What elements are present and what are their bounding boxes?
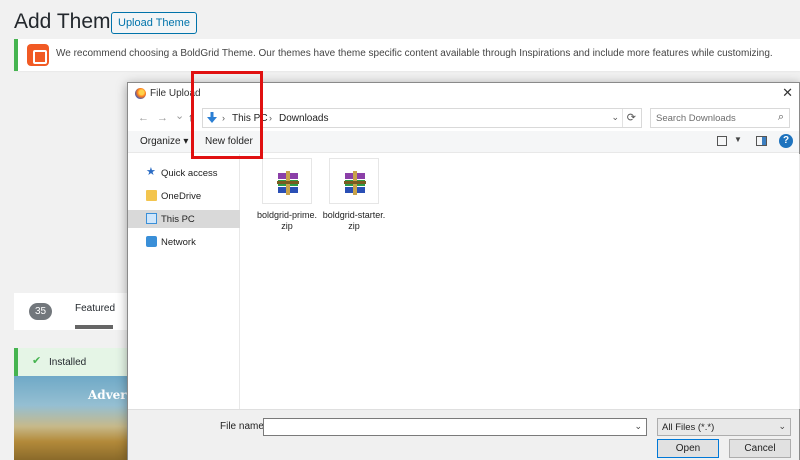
upload-theme-button[interactable]: Upload Theme [111, 12, 197, 34]
address-bar[interactable]: › This PC › Downloads ⌄ ⟳ [202, 108, 642, 128]
change-view-icon[interactable] [717, 136, 727, 146]
sidebar-item-label: Quick access [161, 168, 218, 179]
open-button[interactable]: Open [657, 439, 719, 458]
installed-banner: ✔ Installed [14, 348, 134, 376]
preview-pane-icon[interactable] [756, 136, 767, 146]
winrar-archive-icon [344, 171, 366, 195]
theme-count-badge: 35 [29, 303, 52, 320]
boldgrid-notice: We recommend choosing a BoldGrid Theme. … [14, 39, 800, 71]
organize-button[interactable]: Organize ▾ [140, 136, 188, 147]
help-icon[interactable]: ? [779, 134, 793, 148]
sidebar-item-label: Network [161, 237, 196, 248]
installed-label: Installed [49, 357, 87, 368]
sidebar-item-label: OneDrive [161, 191, 202, 202]
recent-locations-chevron-icon[interactable]: ⌄ [175, 109, 184, 122]
file-name: boldgrid-starter.zip [322, 210, 386, 231]
search-input[interactable]: Search Downloads ⌕ [650, 108, 790, 128]
theme-preview-title: Adver [88, 388, 127, 402]
dialog-footer: File name: ⌄ All Files (*.*) ⌄ Open Canc… [128, 409, 799, 460]
close-icon[interactable]: ✕ [782, 85, 793, 101]
file-type-value: All Files (*.*) [662, 422, 715, 433]
folder-icon [146, 190, 157, 201]
star-icon: ★ [146, 166, 156, 178]
file-thumbnail [262, 158, 312, 204]
theme-screenshot: Adver [14, 376, 134, 460]
back-arrow-icon[interactable]: ← [138, 112, 149, 124]
file-type-select[interactable]: All Files (*.*) ⌄ [657, 418, 791, 436]
search-icon: ⌕ [777, 111, 784, 123]
check-icon: ✔ [32, 355, 42, 367]
computer-icon [146, 213, 157, 224]
file-name-field[interactable]: ⌄ [263, 418, 647, 436]
address-divider [622, 109, 623, 127]
chevron-down-icon[interactable]: ⌄ [634, 421, 642, 432]
theme-filter-bar: 35 Featured [14, 293, 134, 330]
file-name: boldgrid-prime.zip [256, 210, 318, 231]
file-name-label: File name: [220, 421, 267, 432]
network-icon [146, 236, 157, 247]
sidebar-item-label: This PC [161, 214, 195, 225]
notice-text: We recommend choosing a BoldGrid Theme. … [56, 48, 773, 59]
boldgrid-logo-icon [27, 44, 49, 66]
search-placeholder: Search Downloads [656, 113, 736, 124]
tab-featured[interactable]: Featured [75, 303, 115, 314]
breadcrumb-separator: › [269, 113, 272, 123]
firefox-icon [135, 88, 146, 99]
theme-card[interactable]: ✔ Installed Adver [14, 348, 134, 460]
forward-arrow-icon[interactable]: → [157, 112, 168, 124]
chevron-down-icon: ⌄ [778, 421, 786, 431]
sidebar-item-onedrive[interactable]: OneDrive [128, 187, 240, 205]
file-thumbnail [329, 158, 379, 204]
file-list: boldgrid-prime.zip boldgrid-starter.zip [241, 154, 799, 409]
file-item-boldgrid-prime[interactable]: boldgrid-prime.zip [255, 154, 319, 240]
sidebar-item-this-pc[interactable]: This PC [128, 210, 240, 228]
address-dropdown-icon[interactable]: ⌄ [611, 112, 619, 123]
sidebar-item-network[interactable]: Network [128, 233, 240, 251]
sidebar-item-quick-access[interactable]: ★ Quick access [128, 164, 240, 182]
winrar-archive-icon [277, 171, 299, 195]
navigation-pane: ★ Quick access OneDrive This PC Network [128, 154, 240, 409]
selection-highlight-box [191, 71, 263, 159]
breadcrumb-downloads[interactable]: Downloads [279, 113, 328, 124]
view-dropdown-icon[interactable]: ▼ [734, 135, 742, 144]
active-tab-indicator [75, 325, 113, 329]
cancel-button[interactable]: Cancel [729, 439, 791, 458]
refresh-icon[interactable]: ⟳ [627, 111, 636, 124]
file-item-boldgrid-starter[interactable]: boldgrid-starter.zip [322, 154, 386, 240]
